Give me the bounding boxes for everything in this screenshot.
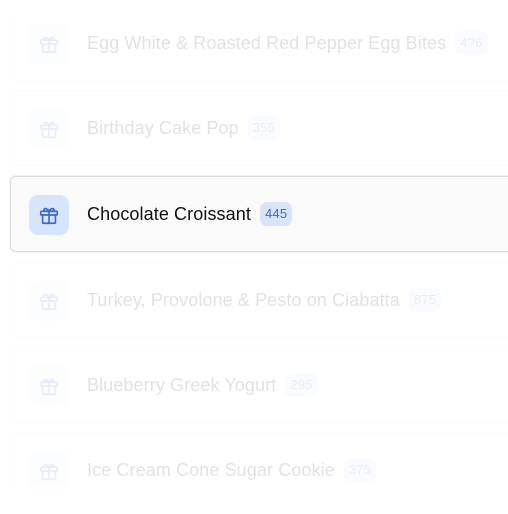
list-item[interactable]: Turkey, Provolone & Pesto on Ciabatta 875 <box>10 262 508 338</box>
gift-icon <box>29 195 69 235</box>
item-count-badge: 355 <box>247 115 281 140</box>
item-count-badge: 4?6 <box>455 30 488 55</box>
gift-icon <box>29 109 69 149</box>
item-name: Turkey, Provolone & Pesto on Ciabatta 875 <box>87 263 442 337</box>
list-item[interactable]: Egg White & Roasted Red Pepper Egg Bites… <box>10 5 508 81</box>
item-name: Birthday Cake Pop 355 <box>87 91 281 165</box>
list-item-selected[interactable]: Chocolate Croissant 445 <box>10 176 508 252</box>
item-name: Egg White & Roasted Red Pepper Egg Bites… <box>87 6 488 80</box>
item-name: Blueberry Greek Yogurt 295 <box>87 348 318 422</box>
item-name: Ice Cream Cone Sugar Cookie 375 <box>87 433 377 507</box>
item-count-badge: 295 <box>285 372 318 397</box>
gift-icon <box>29 366 69 406</box>
item-count-badge: 875 <box>408 287 442 312</box>
list-item[interactable]: Birthday Cake Pop 355 <box>10 90 508 166</box>
item-count-badge: 375 <box>343 457 377 482</box>
gift-icon <box>29 281 69 321</box>
item-count-badge: 445 <box>259 201 293 226</box>
gift-icon <box>29 451 69 491</box>
item-picker-list: Egg White & Roasted Red Pepper Egg Bites… <box>0 0 508 514</box>
list-item[interactable]: Blueberry Greek Yogurt 295 <box>10 347 508 423</box>
list-item[interactable]: Ice Cream Cone Sugar Cookie 375 <box>10 432 508 508</box>
gift-icon <box>29 24 69 64</box>
item-name: Chocolate Croissant 445 <box>87 177 293 251</box>
